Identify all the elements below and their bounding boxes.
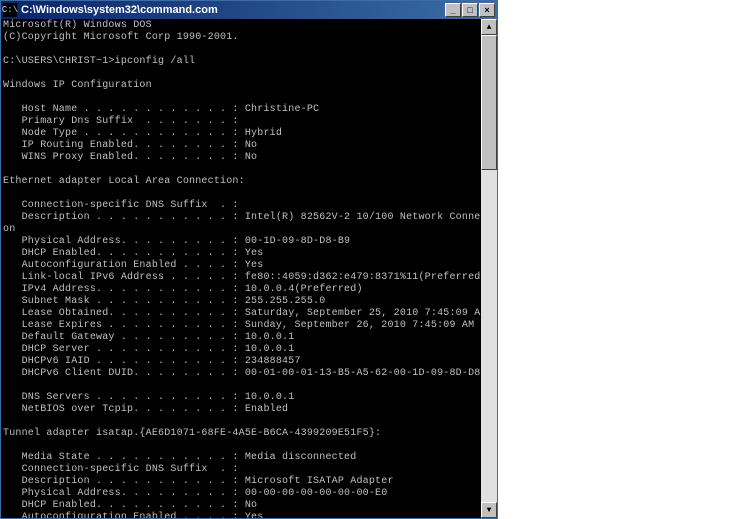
close-button[interactable]: × [479, 3, 495, 17]
scroll-up-button[interactable]: ▲ [481, 19, 497, 35]
command-prompt-window: C:\ C:\Windows\system32\command.com _ □ … [0, 0, 498, 519]
lan-dhcp-line: DHCP Enabled. . . . . . . . . . . : Yes [3, 248, 263, 259]
lan-gateway-line: Default Gateway . . . . . . . . . : 10.0… [3, 332, 294, 343]
lan-netbios-line: NetBIOS over Tcpip. . . . . . . . : Enab… [3, 404, 288, 415]
lan-dhcpv6-iaid-line: DHCPv6 IAID . . . . . . . . . . . : 2348… [3, 356, 301, 367]
primary-dns-line: Primary Dns Suffix . . . . . . . : [3, 116, 239, 127]
lan-lease-obt-line: Lease Obtained. . . . . . . . . . : Satu… [3, 308, 481, 319]
scroll-down-button[interactable]: ▼ [481, 502, 497, 518]
isatap-autoconf-line: Autoconfiguration Enabled . . . . : Yes [3, 512, 263, 518]
node-type-line: Node Type . . . . . . . . . . . . : Hybr… [3, 128, 282, 139]
content-area: Microsoft(R) Windows DOS (C)Copyright Mi… [1, 19, 497, 518]
isatap-consuffix-line: Connection-specific DNS Suffix . : [3, 464, 239, 475]
scroll-thumb[interactable] [481, 35, 497, 170]
lan-lease-exp-line: Lease Expires . . . . . . . . . . : Sund… [3, 320, 474, 331]
lan-phys-line: Physical Address. . . . . . . . . : 00-1… [3, 236, 350, 247]
lan-ipv4-line: IPv4 Address. . . . . . . . . . . : 10.0… [3, 284, 363, 295]
header-line-2: (C)Copyright Microsoft Corp 1990-2001. [3, 32, 239, 43]
wins-proxy-line: WINS Proxy Enabled. . . . . . . . : No [3, 152, 257, 163]
isatap-dhcp-line: DHCP Enabled. . . . . . . . . . . : No [3, 500, 257, 511]
vertical-scrollbar[interactable]: ▲ ▼ [481, 19, 497, 518]
lan-dhcpsrv-line: DHCP Server . . . . . . . . . . . : 10.0… [3, 344, 294, 355]
header-line-1: Microsoft(R) Windows DOS [3, 20, 152, 31]
section-winipconf: Windows IP Configuration [3, 80, 152, 91]
titlebar[interactable]: C:\ C:\Windows\system32\command.com _ □ … [1, 1, 497, 19]
host-name-line: Host Name . . . . . . . . . . . . : Chri… [3, 104, 319, 115]
isatap-desc-line: Description . . . . . . . . . . . : Micr… [3, 476, 394, 487]
prompt-line: C:\USERS\CHRIST~1>ipconfig /all [3, 56, 195, 67]
lan-dhcpv6-duid-line: DHCPv6 Client DUID. . . . . . . . : 00-0… [3, 368, 481, 379]
window-controls: _ □ × [445, 3, 495, 17]
minimize-button[interactable]: _ [445, 3, 461, 17]
lan-desc-line: Description . . . . . . . . . . . : Inte… [3, 212, 481, 223]
terminal-output[interactable]: Microsoft(R) Windows DOS (C)Copyright Mi… [1, 19, 481, 518]
app-icon: C:\ [3, 3, 17, 17]
scroll-track[interactable] [481, 35, 497, 502]
lan-ll-ipv6-line: Link-local IPv6 Address . . . . . : fe80… [3, 272, 481, 283]
section-isatap: Tunnel adapter isatap.{AE6D1071-68FE-4A5… [3, 428, 381, 439]
lan-desc-wrap: on [3, 224, 15, 235]
lan-dns-line: DNS Servers . . . . . . . . . . . : 10.0… [3, 392, 294, 403]
maximize-button[interactable]: □ [462, 3, 478, 17]
ip-routing-line: IP Routing Enabled. . . . . . . . : No [3, 140, 257, 151]
lan-subnet-line: Subnet Mask . . . . . . . . . . . : 255.… [3, 296, 325, 307]
lan-consuffix-line: Connection-specific DNS Suffix . : [3, 200, 239, 211]
isatap-media-line: Media State . . . . . . . . . . . : Medi… [3, 452, 356, 463]
lan-autoconf-line: Autoconfiguration Enabled . . . . : Yes [3, 260, 263, 271]
isatap-phys-line: Physical Address. . . . . . . . . : 00-0… [3, 488, 387, 499]
section-lan: Ethernet adapter Local Area Connection: [3, 176, 245, 187]
window-title: C:\Windows\system32\command.com [21, 4, 445, 16]
